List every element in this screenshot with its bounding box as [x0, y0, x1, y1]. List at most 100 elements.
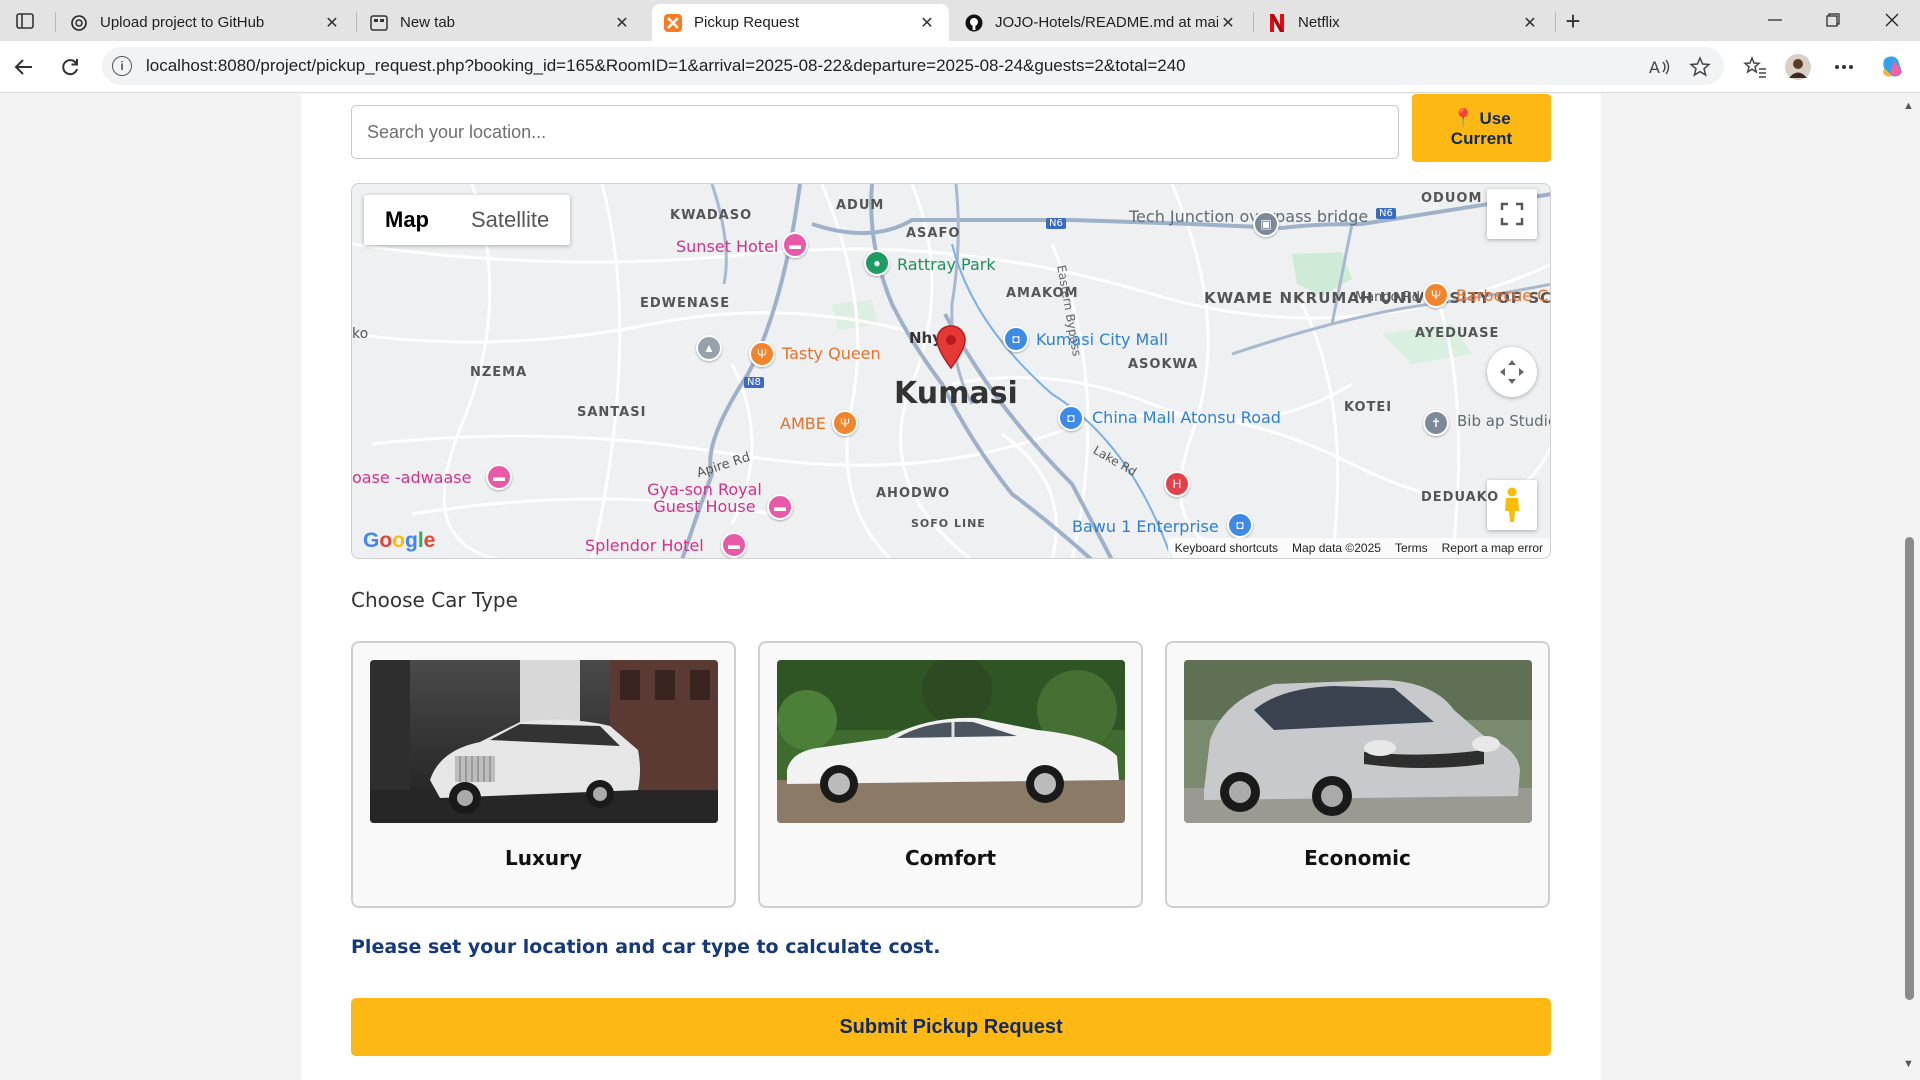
back-button[interactable] — [8, 51, 40, 83]
map-type-satellite-button[interactable]: Satellite — [450, 195, 570, 245]
hotel-icon[interactable]: ▬ — [767, 494, 793, 520]
church-icon[interactable]: ✝ — [1423, 410, 1449, 436]
hotel-icon[interactable]: ▬ — [486, 464, 512, 490]
page-viewport: 📍 Use Current — [0, 94, 1898, 1080]
hotel-icon[interactable]: ▬ — [782, 232, 808, 258]
svg-text:A: A — [1649, 58, 1660, 76]
road-shield: N6 — [1046, 218, 1066, 229]
browser-tab-strip: Upload project to GitHub ✕ New tab ✕ Pic… — [0, 0, 1920, 41]
poi-label: Sunset Hotel — [676, 237, 779, 256]
close-icon[interactable]: ✕ — [1520, 13, 1540, 33]
poi-label: Splendor Hotel — [585, 536, 704, 555]
report-map-error-link[interactable]: Report a map error — [1435, 541, 1550, 555]
use-current-location-button[interactable]: 📍 Use Current — [1412, 94, 1551, 162]
poi-label: oase -adwaase — [352, 468, 472, 487]
map-area-label: ko — [352, 326, 369, 342]
map-area-label: NZEMA — [470, 365, 528, 380]
close-icon[interactable]: ✕ — [1218, 13, 1238, 33]
cost-status-message: Please set your location and car type to… — [351, 936, 941, 958]
refresh-button[interactable] — [54, 51, 86, 83]
poi-label: Barbecue C — [1456, 286, 1549, 305]
tab-netflix[interactable]: Netflix ✕ — [1256, 4, 1552, 41]
tab-actions-icon[interactable] — [10, 8, 40, 34]
address-bar-row: i localhost:8080/project/pickup_request.… — [0, 41, 1920, 93]
url-field[interactable]: i localhost:8080/project/pickup_request.… — [102, 47, 1724, 85]
favorites-icon[interactable] — [1739, 51, 1771, 83]
page-scrollbar[interactable]: ▲ ▼ — [1898, 94, 1920, 1080]
map-area-label: SOFO LINE — [911, 517, 986, 530]
pin-icon: 📍 — [1452, 107, 1475, 128]
read-aloud-icon[interactable]: A — [1644, 51, 1676, 83]
location-marker-icon[interactable] — [935, 324, 967, 375]
restaurant-icon[interactable]: Ψ — [749, 341, 775, 367]
restore-button[interactable] — [1805, 0, 1861, 40]
location-search-input[interactable] — [351, 105, 1399, 159]
poi-label: China Mall Atonsu Road — [1092, 408, 1281, 427]
use-current-label-2: Current — [1450, 128, 1513, 148]
submit-pickup-request-button[interactable]: Submit Pickup Request — [351, 998, 1551, 1056]
comfort-car-image — [777, 660, 1125, 823]
map-city-label: Kumasi — [894, 376, 1018, 411]
car-type-label: Economic — [1304, 846, 1411, 870]
map-area-label: KOTEI — [1344, 400, 1393, 415]
tab-new-tab[interactable]: New tab ✕ — [358, 4, 644, 41]
keyboard-shortcuts-link[interactable]: Keyboard shortcuts — [1168, 541, 1285, 555]
map-widget[interactable]: Map Satellite KWADASO ADUM ASAFO ODUOM E… — [351, 183, 1551, 559]
car-card-comfort[interactable]: Comfort — [758, 641, 1143, 908]
camera-control-icon[interactable] — [1487, 347, 1537, 397]
copilot-icon[interactable] — [1877, 51, 1909, 83]
shopping-icon[interactable]: ◘ — [1227, 512, 1253, 538]
car-card-luxury[interactable]: Luxury — [351, 641, 736, 908]
favorite-star-icon[interactable] — [1684, 51, 1716, 83]
hotel-icon[interactable]: ▬ — [721, 532, 747, 558]
economic-car-image — [1184, 660, 1532, 823]
map-attribution-bar: Keyboard shortcuts Map data ©2025 Terms … — [1167, 538, 1550, 558]
hospital-icon[interactable]: H — [1164, 471, 1190, 497]
fullscreen-icon[interactable] — [1487, 189, 1537, 239]
map-type-map-button[interactable]: Map — [364, 195, 450, 245]
school-icon[interactable]: ▲ — [696, 335, 722, 361]
map-area-label: ASOKWA — [1128, 357, 1199, 372]
map-area-label: DEDUAKO — [1421, 490, 1500, 505]
github-icon — [965, 14, 983, 32]
tab-title: Upload project to GitHub — [100, 14, 265, 31]
close-icon[interactable]: ✕ — [612, 13, 632, 33]
close-window-button[interactable] — [1864, 0, 1920, 40]
shopping-icon[interactable]: ◘ — [1058, 405, 1084, 431]
xampp-icon — [664, 13, 682, 32]
street-view-pegman-icon[interactable] — [1487, 480, 1537, 530]
tab-title: JOJO-Hotels/README.md at main — [995, 14, 1218, 31]
poi-label: Gya-son Royal Guest House — [647, 480, 762, 516]
close-icon[interactable]: ✕ — [322, 13, 342, 33]
poi-label: Bib ap Studies (JH — [1457, 412, 1550, 430]
scrollbar-thumb[interactable] — [1905, 537, 1914, 1000]
tab-jojo-readme[interactable]: JOJO-Hotels/README.md at main ✕ — [953, 4, 1250, 41]
minimize-button[interactable] — [1747, 0, 1803, 40]
map-area-label: EDWENASE — [640, 296, 731, 311]
tab-pickup-request[interactable]: Pickup Request ✕ — [652, 4, 949, 41]
scroll-up-arrow-icon[interactable]: ▲ — [1903, 100, 1914, 112]
map-data-text: Map data ©2025 — [1292, 541, 1381, 555]
restaurant-icon[interactable]: Ψ — [1423, 282, 1449, 308]
close-icon[interactable]: ✕ — [917, 13, 937, 33]
scroll-down-arrow-icon[interactable]: ▼ — [1903, 1058, 1914, 1070]
more-options-icon[interactable] — [1828, 51, 1860, 83]
car-card-economic[interactable]: Economic — [1165, 641, 1550, 908]
restaurant-icon[interactable]: Ψ — [832, 410, 858, 436]
poi-label: Tech Junction overpass bridge — [1129, 207, 1369, 226]
profile-avatar[interactable] — [1782, 51, 1814, 83]
poi-label: Tasty Queen — [782, 344, 881, 363]
new-tab-button[interactable]: + — [1558, 6, 1588, 36]
park-icon[interactable]: ● — [864, 250, 890, 276]
newtab-icon — [370, 14, 388, 32]
pickup-form-card: 📍 Use Current — [301, 94, 1601, 1080]
shopping-icon[interactable]: ◘ — [1003, 326, 1029, 352]
car-type-heading: Choose Car Type — [351, 588, 518, 612]
bridge-icon[interactable]: ▣ — [1253, 211, 1279, 237]
tab-title: Pickup Request — [694, 14, 800, 31]
tab-upload-github[interactable]: Upload project to GitHub ✕ — [58, 4, 354, 41]
terms-link[interactable]: Terms — [1388, 541, 1435, 555]
url-text: localhost:8080/project/pickup_request.ph… — [146, 56, 1186, 75]
tab-title: New tab — [400, 14, 456, 31]
site-info-icon[interactable]: i — [112, 56, 132, 76]
